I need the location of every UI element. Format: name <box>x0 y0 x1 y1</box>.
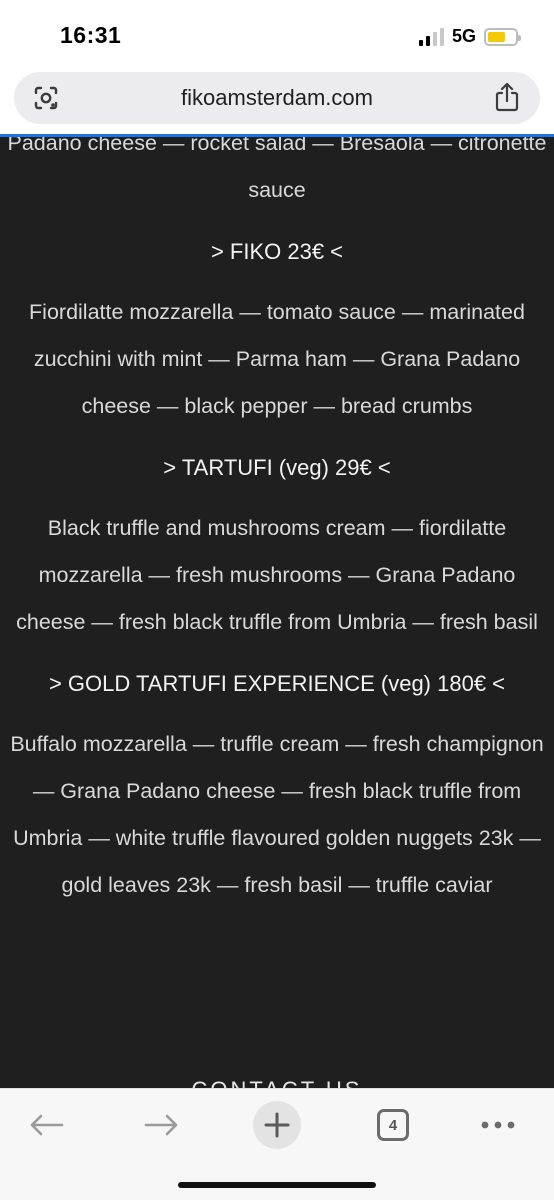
network-type: 5G <box>451 26 476 46</box>
menu-desc-line: sauce <box>248 178 306 202</box>
url-text[interactable]: fikoamsterdam.com <box>181 85 373 111</box>
status-bar: 16:31 5G <box>0 0 554 72</box>
menu-desc-line: Buffalo mozzarella — truffle cream — fre… <box>10 732 544 756</box>
address-bar[interactable]: fikoamsterdam.com <box>14 72 540 124</box>
forward-arrow-icon <box>144 1114 178 1136</box>
menu-desc-line: mozzarella — fresh mushrooms — Grana Pad… <box>38 563 516 587</box>
menu-desc-line: cheese — black pepper — bread crumbs <box>81 394 473 418</box>
battery-level <box>488 31 505 42</box>
address-bar-container: fikoamsterdam.com <box>0 72 554 136</box>
more-menu-icon <box>481 1121 515 1129</box>
home-indicator[interactable] <box>178 1182 376 1188</box>
menu-desc-line: Fiordilatte mozzarella — tomato sauce — … <box>29 300 525 324</box>
new-tab-button[interactable] <box>253 1101 301 1149</box>
contact-us-heading: CONTACT US <box>0 1077 554 1088</box>
tab-switcher-icon: 4 <box>377 1109 409 1141</box>
status-indicators: 5G <box>418 26 521 47</box>
back-button[interactable] <box>22 1101 70 1149</box>
tab-switcher-button[interactable]: 4 <box>369 1101 417 1149</box>
menu-desc-line: Umbria — white truffle flavoured golden … <box>13 826 541 850</box>
share-icon[interactable] <box>494 82 520 112</box>
more-menu-button[interactable] <box>474 1101 522 1149</box>
menu-desc-line: Black truffle and mushrooms cream — fior… <box>47 516 507 540</box>
menu-content[interactable]: Padano cheese — rocket salad — Bresaola … <box>0 137 554 1088</box>
cellular-signal-icon <box>418 27 444 46</box>
menu-desc-line: gold leaves 23k — fresh basil — truffle … <box>61 873 493 897</box>
menu-desc-line: — Grana Padano cheese — fresh black truf… <box>32 779 522 803</box>
back-arrow-icon <box>30 1114 64 1136</box>
new-tab-plus-icon <box>253 1101 301 1149</box>
menu-item-heading: > TARTUFI (veg) 29€ < <box>163 455 391 480</box>
menu-desc-line: Padano cheese — rocket salad — Bresaola … <box>7 137 547 155</box>
menu-item-heading: > FIKO 23€ < <box>210 239 344 264</box>
menu-item-heading: > GOLD TARTUFI EXPERIENCE (veg) 180€ < <box>48 671 506 696</box>
google-lens-icon[interactable] <box>32 84 60 112</box>
forward-button[interactable] <box>138 1101 186 1149</box>
menu-desc-line: zucchini with mint — Parma ham — Grana P… <box>33 347 521 371</box>
battery-icon <box>484 27 521 46</box>
status-time: 16:31 <box>60 22 122 48</box>
menu-desc-line: cheese — fresh black truffle from Umbria… <box>16 610 538 634</box>
